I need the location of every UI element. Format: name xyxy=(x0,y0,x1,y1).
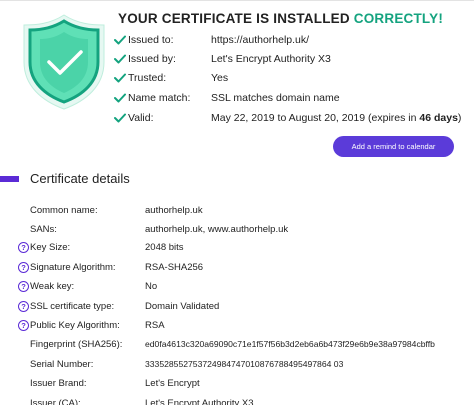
detail-row-public-key-algorithm: ? Public Key Algorithm: RSA xyxy=(0,316,474,335)
detail-label: SSL certificate type: xyxy=(30,301,115,312)
detail-value: RSA xyxy=(145,320,165,331)
detail-label: Issuer (CA): xyxy=(30,398,81,405)
detail-row-issuer-ca: Issuer (CA): Let's Encrypt Authority X3 xyxy=(0,394,474,405)
summary-row-issued-to: Issued to: https://authorhelp.uk/ xyxy=(112,30,472,50)
question-circle-icon[interactable]: ? xyxy=(18,301,29,312)
detail-value: authorhelp.uk, www.authorhelp.uk xyxy=(145,224,289,235)
detail-label: Serial Number: xyxy=(30,359,94,370)
summary-label: Issued to: xyxy=(128,34,174,46)
detail-value: Let's Encrypt xyxy=(145,378,200,389)
detail-value: Let's Encrypt Authority X3 xyxy=(145,398,254,405)
detail-row-sans: SANs: authorhelp.uk, www.authorhelp.uk xyxy=(0,220,474,239)
detail-label: Weak key: xyxy=(30,281,75,292)
detail-label: SANs: xyxy=(30,224,57,235)
headline-highlight: CORRECTLY! xyxy=(353,11,444,26)
headline-prefix: YOUR CERTIFICATE IS INSTALLED xyxy=(118,11,350,26)
question-circle-icon[interactable]: ? xyxy=(18,320,29,331)
shield-check-icon xyxy=(20,12,108,112)
detail-label: Issuer Brand: xyxy=(30,378,87,389)
question-circle-icon[interactable]: ? xyxy=(18,242,29,253)
valid-end: ) xyxy=(457,112,462,124)
top-border xyxy=(0,0,474,1)
detail-value: 2048 bits xyxy=(145,242,184,253)
detail-row-issuer-brand: Issuer Brand: Let's Encrypt xyxy=(0,374,474,393)
detail-value: No xyxy=(145,281,158,292)
summary-value: https://authorhelp.uk/ xyxy=(211,34,310,46)
expiry-days: 46 days xyxy=(419,112,458,124)
detail-row-ssl-certificate-type: ? SSL certificate type: Domain Validated xyxy=(0,297,474,316)
summary-label: Issued by: xyxy=(128,53,176,65)
check-icon xyxy=(114,73,126,83)
detail-value: authorhelp.uk xyxy=(145,205,203,216)
summary-value: Let's Encrypt Authority X3 xyxy=(211,53,331,65)
summary-label: Name match: xyxy=(128,92,191,104)
add-remind-to-calendar-button[interactable]: Add a remind to calendar xyxy=(333,136,454,157)
detail-label: Common name: xyxy=(30,205,98,216)
detail-row-signature-algorithm: ? Signature Algorithm: RSA-SHA256 xyxy=(0,258,474,277)
summary-row-trusted: Trusted: Yes xyxy=(112,68,472,88)
detail-row-weak-key: ? Weak key: No xyxy=(0,277,474,296)
detail-value: RSA-SHA256 xyxy=(145,262,204,273)
question-circle-icon[interactable]: ? xyxy=(18,262,29,273)
detail-row-key-size: ? Key Size: 2048 bits xyxy=(0,238,474,257)
summary-label: Trusted: xyxy=(128,72,167,84)
detail-value: 333528552753724984747010876788495497864 … xyxy=(145,359,344,369)
detail-row-common-name: Common name: authorhelp.uk xyxy=(0,201,474,220)
detail-label: Fingerprint (SHA256): xyxy=(30,339,123,350)
question-circle-icon[interactable]: ? xyxy=(18,281,29,292)
detail-value: Domain Validated xyxy=(145,301,220,312)
summary-label: Valid: xyxy=(128,112,154,124)
check-icon xyxy=(114,93,126,103)
summary-row-valid: Valid: May 22, 2019 to August 20, 2019 (… xyxy=(112,108,472,128)
headline: YOUR CERTIFICATE IS INSTALLED CORRECTLY! xyxy=(118,11,443,26)
summary-value: Yes xyxy=(211,72,229,84)
detail-row-serial-number: Serial Number: 3335285527537249847470108… xyxy=(0,355,474,374)
check-icon xyxy=(114,54,126,64)
detail-row-fingerprint: Fingerprint (SHA256): ed0fa4613c320a6909… xyxy=(0,335,474,354)
detail-value: ed0fa4613c320a69090c71e1f57f56b3d2eb6a6b… xyxy=(145,339,435,349)
summary-row-name-match: Name match: SSL matches domain name xyxy=(112,88,472,108)
detail-label: Signature Algorithm: xyxy=(30,262,116,273)
valid-range: May 22, 2019 to August 20, 2019 (expires… xyxy=(211,112,420,124)
summary-value: SSL matches domain name xyxy=(211,92,340,104)
detail-label: Key Size: xyxy=(30,242,71,253)
section-title: Certificate details xyxy=(30,171,130,186)
check-icon xyxy=(114,113,126,123)
check-icon xyxy=(114,35,126,45)
section-accent-bar xyxy=(0,176,19,182)
detail-label: Public Key Algorithm: xyxy=(30,320,120,331)
summary-row-issued-by: Issued by: Let's Encrypt Authority X3 xyxy=(112,49,472,69)
summary-value: May 22, 2019 to August 20, 2019 (expires… xyxy=(211,108,461,128)
